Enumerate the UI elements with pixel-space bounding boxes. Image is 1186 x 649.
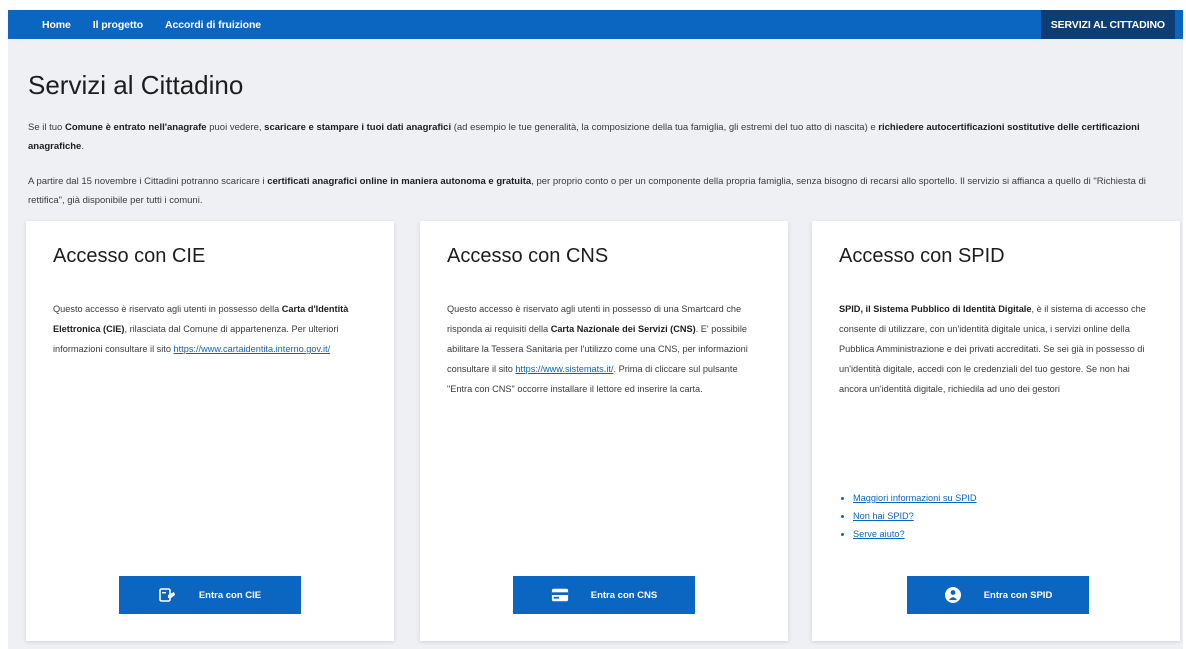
entra-con-spid-button[interactable]: Entra con SPID <box>907 576 1089 614</box>
sistemats-link[interactable]: https://www.sistemats.it/ <box>515 364 613 374</box>
intro-bold: Comune è entrato nell'anagrafe <box>64 122 207 133</box>
intro-paragraph-2: A partire dal 15 novembre i Cittadini po… <box>28 172 1168 210</box>
intro-text: A partire dal 15 novembre i Cittadini po… <box>28 176 268 187</box>
list-item: Serve aiuto? <box>853 525 977 543</box>
nav-item-accordi-di-fruizione[interactable]: Accordi di fruizione <box>165 19 261 31</box>
card-cns-title: Accesso con CNS <box>447 245 609 267</box>
no-spid-link[interactable]: Non hai SPID? <box>853 511 914 521</box>
nav-item-home[interactable]: Home <box>42 19 71 31</box>
entra-con-cie-button[interactable]: Entra con CIE <box>119 576 301 614</box>
entra-con-cns-label: Entra con CNS <box>590 589 658 601</box>
spid-links-list: Maggiori informazioni su SPID Non hai SP… <box>839 489 977 543</box>
intro-text: . <box>81 141 84 152</box>
intro-text: (ad esempio le tue generalità, la compos… <box>451 122 879 133</box>
top-navbar: Home Il progetto Accordi di fruizione SE… <box>8 10 1183 39</box>
card-text: Questo accesso è riservato agli utenti i… <box>53 304 282 314</box>
servizi-al-cittadino-button[interactable]: SERVIZI AL CITTADINO <box>1040 10 1175 39</box>
card-cie-title: Accesso con CIE <box>53 245 206 267</box>
card-cns: Accesso con CNS Questo accesso è riserva… <box>420 221 788 641</box>
card-text: , è il sistema di accesso che consente d… <box>839 304 1146 394</box>
list-item: Maggiori informazioni su SPID <box>853 489 977 507</box>
page-frame: Home Il progetto Accordi di fruizione SE… <box>8 10 1183 649</box>
intro-paragraph-1: Se il tuo Comune è entrato nell'anagrafe… <box>28 118 1168 156</box>
card-cie: Accesso con CIE Questo accesso è riserva… <box>26 221 394 641</box>
card-spid-description: SPID, il Sistema Pubblico di Identità Di… <box>839 299 1157 399</box>
card-cns-description: Questo accesso è riservato agli utenti i… <box>447 299 765 399</box>
main-nav: Home Il progetto Accordi di fruizione <box>42 10 283 39</box>
page-title: Servizi al Cittadino <box>28 70 244 100</box>
intro-text: puoi vedere, <box>206 122 265 133</box>
spid-info-link[interactable]: Maggiori informazioni su SPID <box>853 493 977 503</box>
entra-con-cns-button[interactable]: Entra con CNS <box>513 576 695 614</box>
card-bold: SPID, il Sistema Pubblico di Identità Di… <box>839 304 1032 314</box>
list-item: Non hai SPID? <box>853 507 977 525</box>
intro-text: Se il tuo <box>28 122 65 133</box>
card-bold: Carta Nazionale dei Servizi (CNS) <box>550 324 696 334</box>
intro-bold: scaricare e stampare i tuoi dati anagraf… <box>264 122 452 133</box>
spid-help-link[interactable]: Serve aiuto? <box>853 529 905 539</box>
cartaidentita-link[interactable]: https://www.cartaidentita.interno.gov.it… <box>174 344 331 354</box>
cie-card-hand-icon <box>159 586 177 604</box>
card-cie-description: Questo accesso è riservato agli utenti i… <box>53 299 371 359</box>
entra-con-spid-label: Entra con SPID <box>983 589 1053 601</box>
nav-item-il-progetto[interactable]: Il progetto <box>93 19 143 31</box>
intro-bold: certificati anagrafici online in maniera… <box>267 176 532 187</box>
smartcard-icon <box>551 586 569 604</box>
entra-con-cie-label: Entra con CIE <box>198 589 262 601</box>
card-spid: Accesso con SPID SPID, il Sistema Pubbli… <box>812 221 1180 641</box>
card-spid-title: Accesso con SPID <box>839 245 1005 267</box>
spid-user-icon <box>944 586 962 604</box>
